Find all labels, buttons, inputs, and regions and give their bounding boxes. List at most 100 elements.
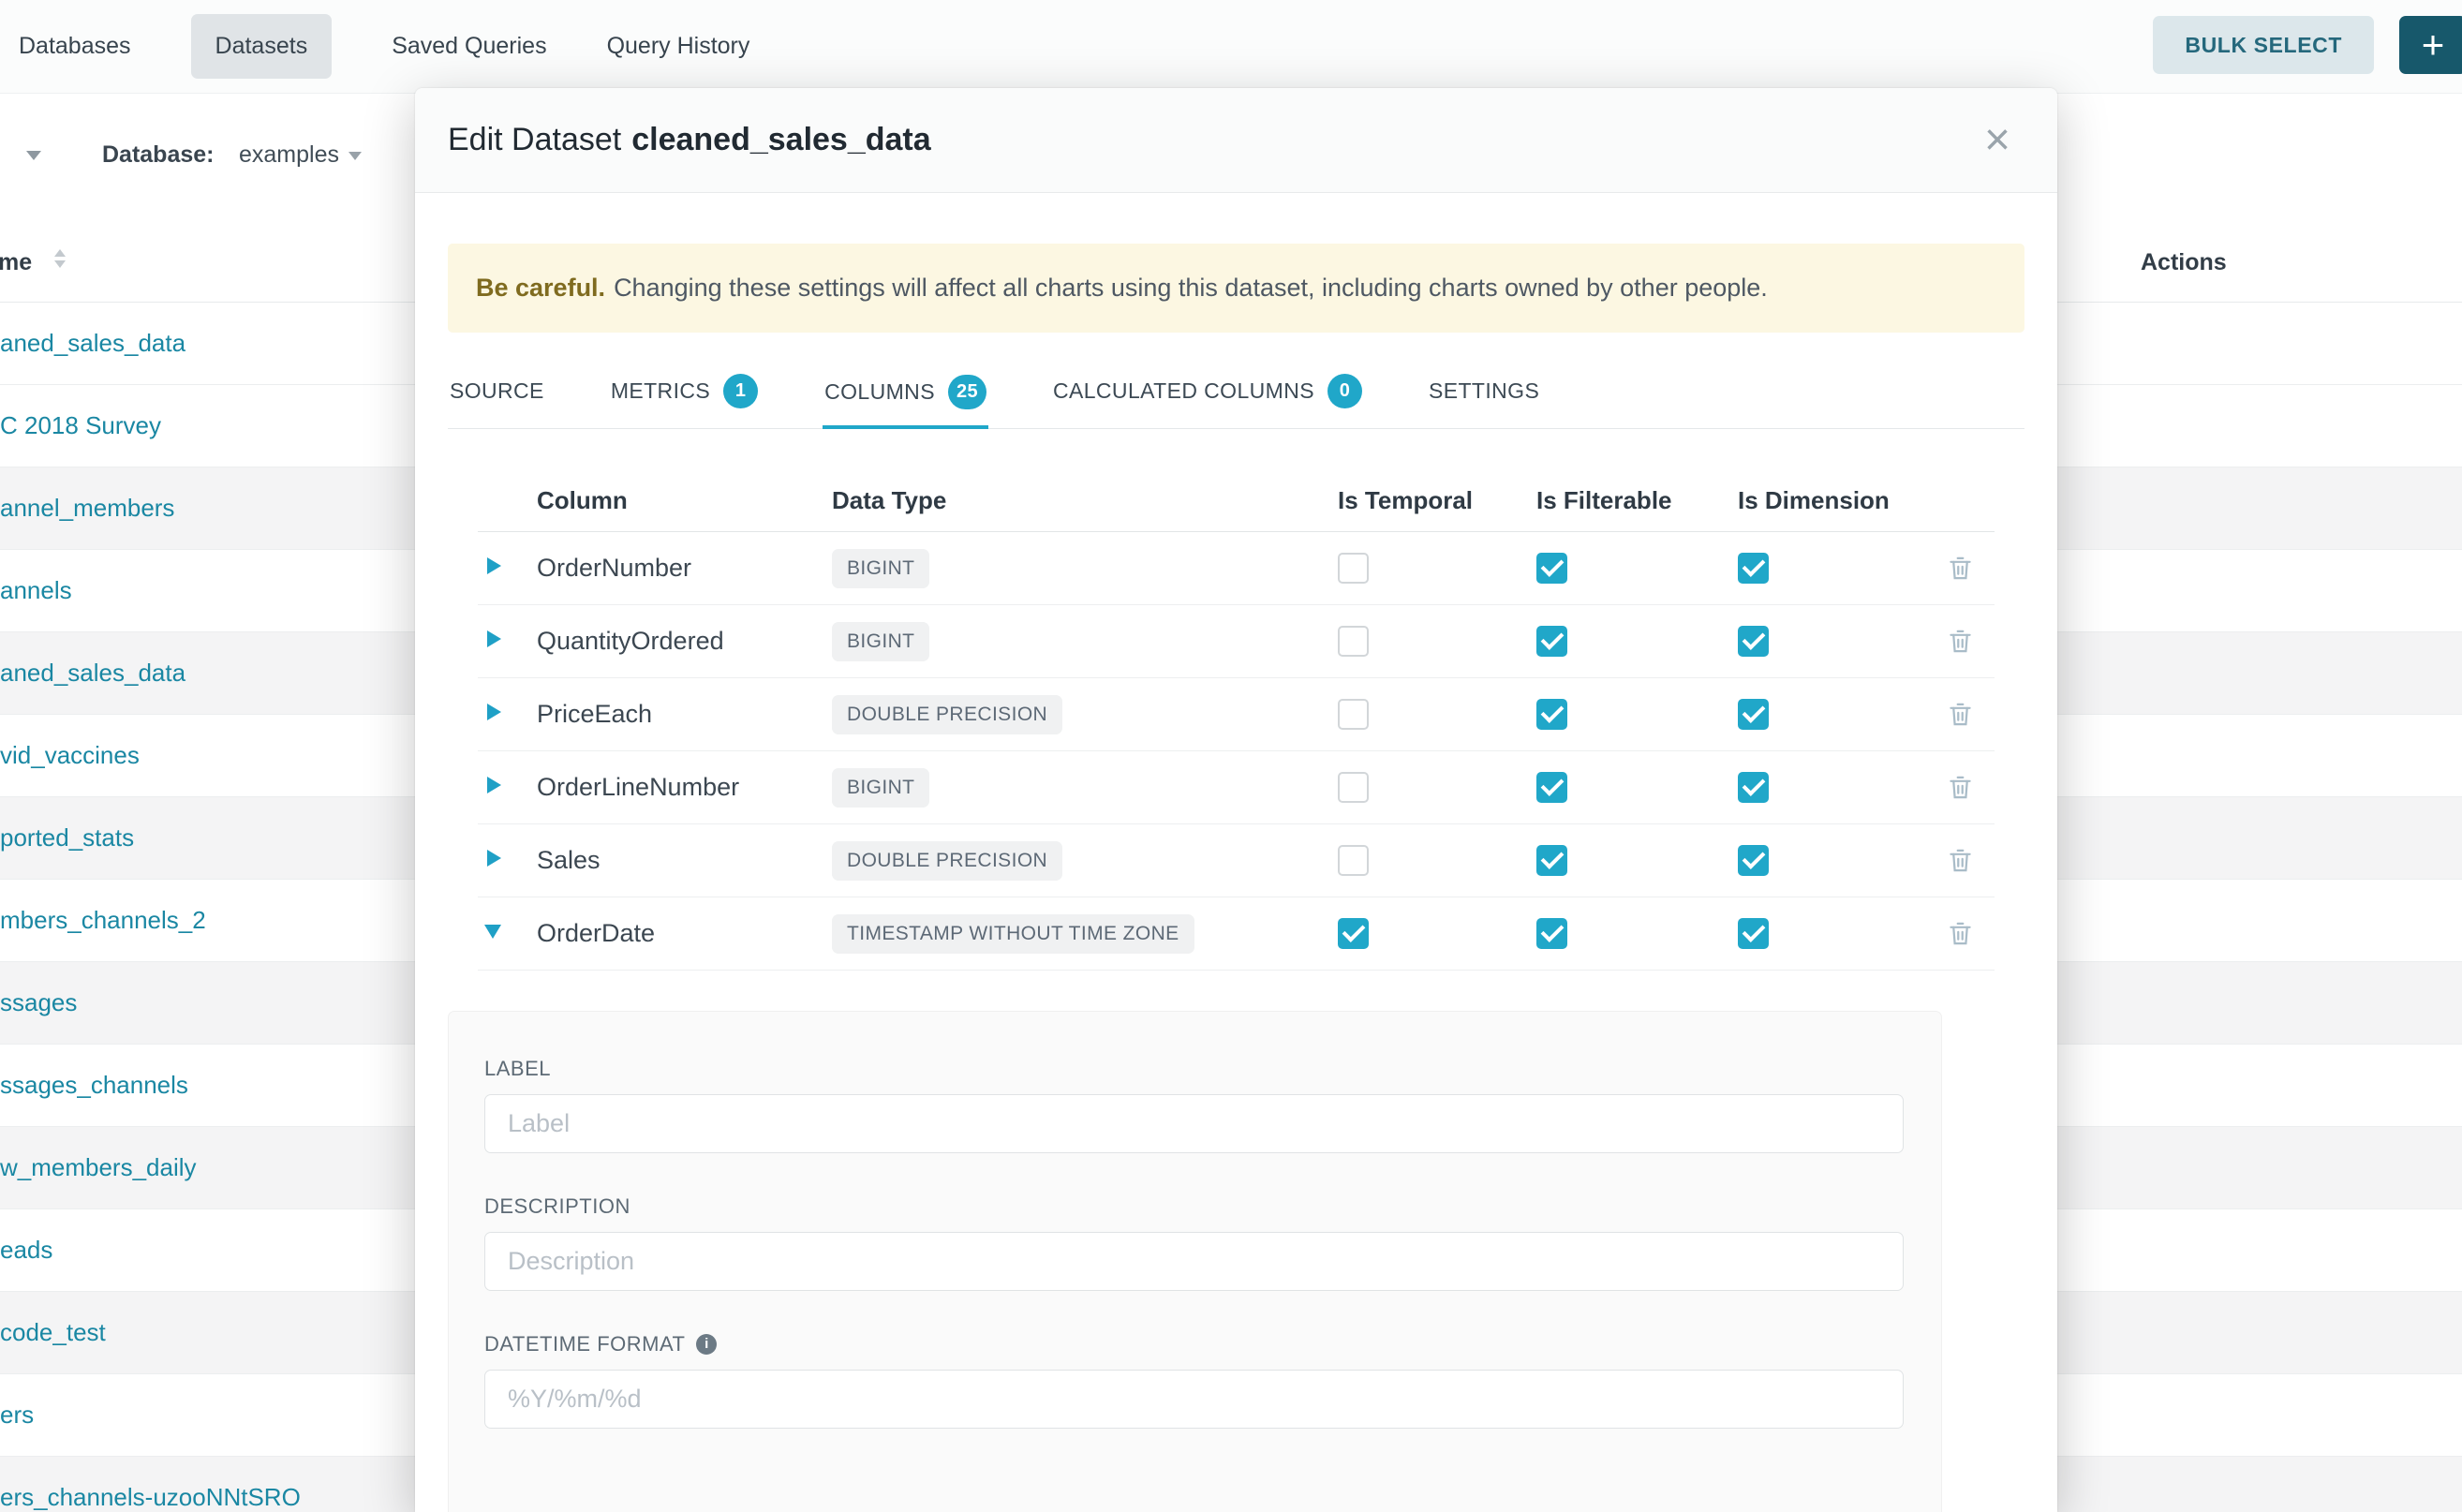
tab-label: CALCULATED COLUMNS <box>1053 378 1314 404</box>
columns-table-header-row: ColumnData TypeIs TemporalIs FilterableI… <box>478 469 1995 532</box>
nav-tab-datasets[interactable]: Datasets <box>191 14 333 79</box>
dataset-link[interactable]: ers <box>0 1401 34 1430</box>
expand-caret-icon[interactable] <box>487 704 501 720</box>
top-navigation-bar: Databases Datasets Saved Queries Query Hist… <box>0 0 2462 94</box>
is-temporal-checkbox[interactable] <box>1338 845 1369 876</box>
is-dimension-checkbox[interactable] <box>1738 626 1769 657</box>
column-header-column: Column <box>537 486 832 515</box>
database-filter-select[interactable]: examples <box>239 141 339 169</box>
is-temporal-checkbox[interactable] <box>1338 699 1369 730</box>
dataset-link[interactable]: w_members_daily <box>0 1153 197 1182</box>
is-filterable-checkbox[interactable] <box>1536 699 1567 730</box>
delete-column-icon[interactable] <box>1948 774 1973 801</box>
data-type-pill: TIMESTAMP WITHOUT TIME ZONE <box>832 914 1194 954</box>
nav-tab-saved-queries[interactable]: Saved Queries <box>392 33 546 60</box>
column-edit-panel: LABEL DESCRIPTION DATETIME FORMAT i <box>448 1011 1942 1512</box>
dataset-link[interactable]: C 2018 Survey <box>0 411 161 440</box>
is-dimension-checkbox[interactable] <box>1738 918 1769 949</box>
column-header-is-temporal: Is Temporal <box>1338 486 1536 515</box>
info-icon[interactable]: i <box>696 1334 717 1355</box>
tab-source[interactable]: SOURCE <box>448 358 546 428</box>
dataset-link[interactable]: ssages_channels <box>0 1071 188 1100</box>
column-row-sales: SalesDOUBLE PRECISION <box>478 824 1995 897</box>
data-type-pill: DOUBLE PRECISION <box>832 695 1062 734</box>
expand-caret-icon[interactable] <box>487 557 501 574</box>
tab-columns[interactable]: COLUMNS25 <box>823 358 988 429</box>
chevron-down-icon <box>349 152 362 160</box>
tab-metrics[interactable]: METRICS 1 <box>609 358 760 428</box>
is-filterable-checkbox[interactable] <box>1536 626 1567 657</box>
delete-column-icon[interactable] <box>1948 555 1973 582</box>
dataset-link[interactable]: annel_members <box>0 494 174 523</box>
warning-text: Changing these settings will affect all … <box>614 272 1768 304</box>
datetime-format-input[interactable] <box>484 1370 1904 1429</box>
tab-label: SETTINGS <box>1429 378 1539 404</box>
column-row-orderdate: OrderDateTIMESTAMP WITHOUT TIME ZONE <box>478 897 1995 971</box>
description-field-group: DESCRIPTION <box>484 1194 1904 1291</box>
name-column-header[interactable]: me <box>0 249 32 276</box>
is-temporal-checkbox[interactable] <box>1338 626 1369 657</box>
tab-calculated-columns[interactable]: CALCULATED COLUMNS0 <box>1051 358 1364 428</box>
dataset-link[interactable]: ers_channels-uzooNNtSRO <box>0 1483 301 1512</box>
is-dimension-checkbox[interactable] <box>1738 699 1769 730</box>
column-header-is-dimension: Is Dimension <box>1738 486 1925 515</box>
close-icon[interactable]: × <box>1975 114 2020 167</box>
column-name: OrderNumber <box>537 554 832 583</box>
tab-count-badge: 1 <box>723 374 758 408</box>
is-dimension-checkbox[interactable] <box>1738 553 1769 584</box>
dataset-link[interactable]: ssages <box>0 988 77 1017</box>
warning-banner: Be careful. Changing these settings will… <box>448 244 2024 333</box>
database-filter-label: Database: <box>102 141 215 169</box>
datetime-format-label-text: DATETIME FORMAT <box>484 1332 685 1356</box>
nav-tab-query-history[interactable]: Query History <box>607 33 750 60</box>
tab-label: METRICS <box>611 378 710 404</box>
dataset-link[interactable]: aned_sales_data <box>0 659 185 688</box>
is-temporal-checkbox[interactable] <box>1338 772 1369 803</box>
delete-column-icon[interactable] <box>1948 920 1973 947</box>
sort-icon[interactable] <box>54 249 66 268</box>
dataset-link[interactable]: vid_vaccines <box>0 741 140 770</box>
label-field-label: LABEL <box>484 1057 1904 1081</box>
label-input[interactable] <box>484 1094 1904 1153</box>
expand-caret-icon[interactable] <box>487 777 501 793</box>
bulk-select-button[interactable]: BULK SELECT <box>2153 16 2374 74</box>
tab-settings[interactable]: SETTINGS <box>1427 358 1541 428</box>
delete-column-icon[interactable] <box>1948 847 1973 874</box>
edit-dataset-modal: Edit Dataset cleaned_sales_data × Be car… <box>415 88 2057 1512</box>
collapse-caret-icon[interactable] <box>484 925 501 939</box>
nav-tabs: Databases Datasets Saved Queries Query Hist… <box>19 14 749 79</box>
is-temporal-checkbox[interactable] <box>1338 918 1369 949</box>
expand-caret-icon[interactable] <box>487 630 501 647</box>
is-filterable-checkbox[interactable] <box>1536 553 1567 584</box>
is-filterable-checkbox[interactable] <box>1536 845 1567 876</box>
is-temporal-checkbox[interactable] <box>1338 553 1369 584</box>
chevron-down-icon[interactable] <box>26 151 41 160</box>
description-input[interactable] <box>484 1232 1904 1291</box>
is-dimension-checkbox[interactable] <box>1738 772 1769 803</box>
add-dataset-button[interactable]: + <box>2399 16 2462 74</box>
dataset-link[interactable]: annels <box>0 576 72 605</box>
dataset-link[interactable]: mbers_channels_2 <box>0 906 206 935</box>
expand-caret-icon[interactable] <box>487 850 501 867</box>
tab-label: COLUMNS <box>824 379 935 405</box>
delete-column-icon[interactable] <box>1948 628 1973 655</box>
data-type-pill: BIGINT <box>832 768 929 808</box>
is-dimension-checkbox[interactable] <box>1738 845 1769 876</box>
nav-tab-databases[interactable]: Databases <box>19 33 131 60</box>
column-row-priceeach: PriceEachDOUBLE PRECISION <box>478 678 1995 751</box>
description-field-label: DESCRIPTION <box>484 1194 1904 1219</box>
is-filterable-checkbox[interactable] <box>1536 772 1567 803</box>
modal-body: Be careful. Changing these settings will… <box>415 244 2057 1512</box>
warning-bold-text: Be careful. <box>476 272 605 304</box>
delete-column-icon[interactable] <box>1948 701 1973 728</box>
dataset-link[interactable]: code_test <box>0 1318 106 1347</box>
data-type-pill: BIGINT <box>832 549 929 588</box>
dataset-link[interactable]: aned_sales_data <box>0 329 185 358</box>
dataset-link[interactable]: ported_stats <box>0 823 134 852</box>
columns-table: ColumnData TypeIs TemporalIs FilterableI… <box>478 469 1995 971</box>
datetime-format-field-group: DATETIME FORMAT i <box>484 1332 1904 1429</box>
modal-header: Edit Dataset cleaned_sales_data × <box>415 88 2057 193</box>
data-type-pill: BIGINT <box>832 622 929 661</box>
is-filterable-checkbox[interactable] <box>1536 918 1567 949</box>
dataset-link[interactable]: eads <box>0 1236 52 1265</box>
